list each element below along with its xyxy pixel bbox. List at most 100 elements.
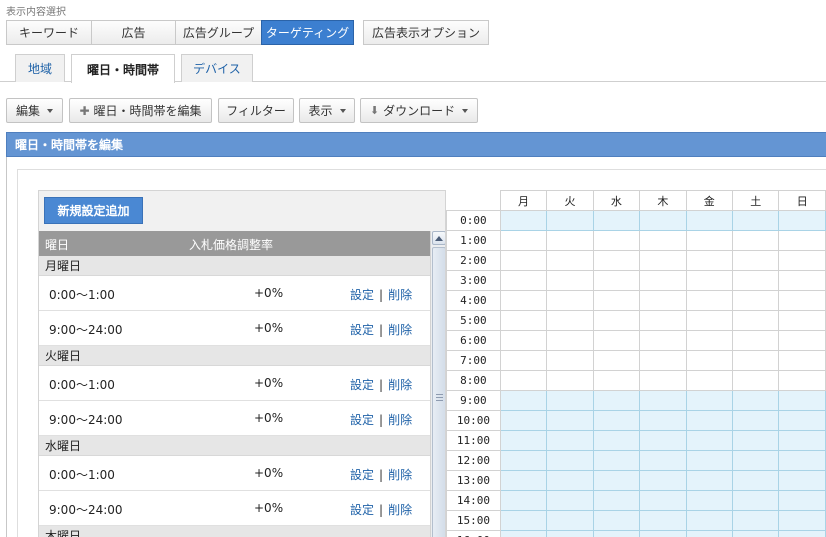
tab-day-time[interactable]: 曜日・時間帯: [71, 54, 175, 83]
grid-cell[interactable]: [639, 210, 687, 231]
grid-cell[interactable]: [732, 250, 780, 271]
grid-cell[interactable]: [778, 250, 826, 271]
grid-cell[interactable]: [685, 310, 734, 331]
grid-cell[interactable]: [546, 450, 594, 471]
grid-cell[interactable]: [592, 370, 641, 391]
grid-cell[interactable]: [778, 410, 826, 431]
download-button[interactable]: ⬇ ダウンロード: [360, 98, 478, 123]
view-button[interactable]: 表示: [299, 98, 355, 123]
scrollbar-thumb[interactable]: [432, 247, 445, 537]
segment-ad-extensions[interactable]: 広告表示オプション: [363, 20, 489, 45]
grid-cell[interactable]: [546, 390, 594, 411]
grid-cell[interactable]: [685, 270, 734, 291]
grid-cell[interactable]: [778, 230, 826, 251]
grid-cell[interactable]: [639, 430, 687, 451]
set-link[interactable]: 設定: [350, 468, 374, 482]
grid-cell[interactable]: [546, 370, 594, 391]
grid-cell[interactable]: [592, 450, 641, 471]
edit-button[interactable]: 編集: [6, 98, 63, 123]
grid-cell[interactable]: [592, 490, 641, 511]
edit-schedule-button[interactable]: ✚ 曜日・時間帯を編集: [69, 98, 212, 123]
grid-cell[interactable]: [639, 350, 687, 371]
grid-cell[interactable]: [499, 470, 548, 491]
grid-cell[interactable]: [685, 530, 734, 537]
grid-cell[interactable]: [592, 530, 641, 537]
grid-cell[interactable]: [592, 250, 641, 271]
grid-cell[interactable]: [499, 510, 548, 531]
grid-cell[interactable]: [499, 290, 548, 311]
grid-cell[interactable]: [778, 350, 826, 371]
segment-targeting[interactable]: ターゲティング: [261, 20, 354, 45]
grid-cell[interactable]: [732, 270, 780, 291]
grid-cell[interactable]: [546, 410, 594, 431]
grid-cell[interactable]: [685, 410, 734, 431]
grid-cell[interactable]: [639, 510, 687, 531]
grid-cell[interactable]: [499, 370, 548, 391]
grid-cell[interactable]: [499, 210, 548, 231]
grid-cell[interactable]: [778, 210, 826, 231]
grid-cell[interactable]: [732, 290, 780, 311]
grid-cell[interactable]: [499, 410, 548, 431]
grid-cell[interactable]: [639, 450, 687, 471]
grid-cell[interactable]: [592, 230, 641, 251]
grid-cell[interactable]: [732, 510, 780, 531]
grid-cell[interactable]: [685, 450, 734, 471]
set-link[interactable]: 設定: [350, 413, 374, 427]
grid-cell[interactable]: [732, 330, 780, 351]
grid-cell[interactable]: [499, 530, 548, 537]
grid-cell[interactable]: [499, 490, 548, 511]
grid-cell[interactable]: [778, 330, 826, 351]
grid-cell[interactable]: [546, 310, 594, 331]
grid-cell[interactable]: [685, 490, 734, 511]
tab-region[interactable]: 地域: [15, 54, 65, 82]
grid-cell[interactable]: [732, 530, 780, 537]
grid-cell[interactable]: [546, 430, 594, 451]
segment-ad-group[interactable]: 広告グループ: [175, 20, 262, 45]
grid-cell[interactable]: [546, 510, 594, 531]
grid-cell[interactable]: [778, 510, 826, 531]
grid-cell[interactable]: [546, 230, 594, 251]
grid-cell[interactable]: [732, 450, 780, 471]
grid-cell[interactable]: [546, 270, 594, 291]
grid-cell[interactable]: [685, 330, 734, 351]
set-link[interactable]: 設定: [350, 288, 374, 302]
grid-cell[interactable]: [732, 410, 780, 431]
grid-cell[interactable]: [546, 530, 594, 537]
grid-cell[interactable]: [685, 370, 734, 391]
grid-cell[interactable]: [639, 390, 687, 411]
grid-cell[interactable]: [546, 490, 594, 511]
grid-cell[interactable]: [499, 450, 548, 471]
grid-cell[interactable]: [778, 530, 826, 537]
grid-cell[interactable]: [778, 390, 826, 411]
grid-cell[interactable]: [778, 430, 826, 451]
grid-cell[interactable]: [546, 210, 594, 231]
grid-cell[interactable]: [499, 230, 548, 251]
grid-cell[interactable]: [499, 350, 548, 371]
segment-ads[interactable]: 広告: [91, 20, 176, 45]
grid-cell[interactable]: [592, 330, 641, 351]
grid-cell[interactable]: [592, 350, 641, 371]
grid-cell[interactable]: [685, 510, 734, 531]
grid-cell[interactable]: [639, 530, 687, 537]
grid-cell[interactable]: [732, 390, 780, 411]
grid-cell[interactable]: [639, 270, 687, 291]
delete-link[interactable]: 削除: [388, 323, 412, 337]
grid-cell[interactable]: [592, 390, 641, 411]
grid-cell[interactable]: [732, 230, 780, 251]
grid-cell[interactable]: [639, 370, 687, 391]
grid-cell[interactable]: [499, 390, 548, 411]
grid-cell[interactable]: [592, 410, 641, 431]
grid-cell[interactable]: [639, 330, 687, 351]
grid-cell[interactable]: [778, 470, 826, 491]
grid-cell[interactable]: [685, 350, 734, 371]
grid-cell[interactable]: [546, 250, 594, 271]
list-scrollbar[interactable]: [430, 231, 445, 537]
grid-cell[interactable]: [639, 310, 687, 331]
grid-cell[interactable]: [639, 230, 687, 251]
grid-cell[interactable]: [499, 270, 548, 291]
grid-cell[interactable]: [778, 270, 826, 291]
grid-cell[interactable]: [592, 310, 641, 331]
grid-cell[interactable]: [639, 490, 687, 511]
tab-device[interactable]: デバイス: [181, 54, 253, 82]
grid-cell[interactable]: [685, 210, 734, 231]
